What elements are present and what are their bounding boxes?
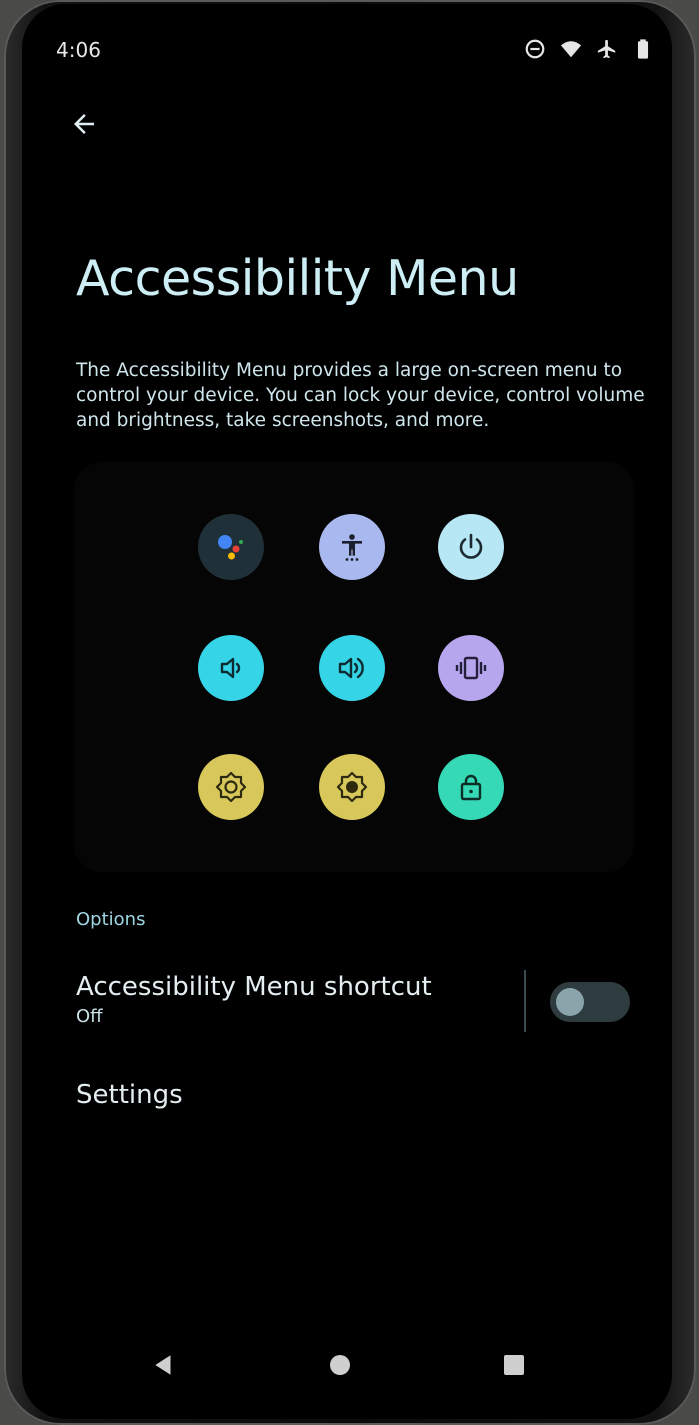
screen: 4:06 Accessibility Menu The Accessibilit… — [22, 4, 672, 1419]
nav-recents-button[interactable] — [490, 1341, 538, 1389]
power-button-preview — [438, 514, 504, 580]
nav-home-button[interactable] — [316, 1341, 364, 1389]
volume-down-button-preview — [198, 635, 264, 701]
home-nav-icon — [330, 1355, 350, 1375]
brightness-up-button-preview — [319, 754, 385, 820]
vibrate-icon — [455, 656, 487, 680]
airplane-mode-icon — [596, 38, 618, 60]
shortcut-title: Accessibility Menu shortcut — [76, 972, 432, 1002]
page-title: Accessibility Menu — [76, 250, 519, 307]
toggle-thumb — [556, 988, 584, 1016]
shortcut-toggle-switch[interactable] — [550, 982, 630, 1022]
lock-icon — [460, 774, 482, 801]
volume-down-icon — [220, 657, 241, 679]
back-nav-icon — [155, 1355, 171, 1375]
brightness-down-button-preview — [198, 754, 264, 820]
arrow-left-icon — [74, 114, 94, 134]
brightness-up-icon — [336, 771, 368, 803]
accessibility-menu-shortcut-row[interactable]: Accessibility Menu shortcut Off — [22, 964, 672, 1044]
navigation-bar — [22, 1329, 672, 1399]
volume-up-button-preview — [319, 635, 385, 701]
accessibility-menu-preview — [74, 462, 634, 872]
nav-back-button[interactable] — [140, 1341, 188, 1389]
lock-screen-button-preview — [438, 754, 504, 820]
google-assistant-icon — [218, 535, 243, 560]
row-divider — [524, 970, 526, 1032]
page-description: The Accessibility Menu provides a large … — [76, 360, 645, 431]
options-section-header: Options — [76, 909, 146, 930]
back-button[interactable] — [62, 102, 106, 146]
status-bar: 4:06 — [22, 4, 672, 94]
accessibility-settings-icon — [342, 534, 362, 561]
wifi-icon — [560, 38, 582, 60]
shortcut-summary: Off — [76, 1006, 103, 1027]
menu-preview-grid — [198, 514, 510, 826]
status-time: 4:06 — [56, 38, 101, 62]
settings-title: Settings — [76, 1080, 183, 1110]
accessibility-settings-button-preview — [319, 514, 385, 580]
vibrate-button-preview — [438, 635, 504, 701]
battery-icon — [632, 38, 654, 60]
do-not-disturb-icon — [524, 38, 546, 60]
brightness-down-icon — [215, 771, 247, 803]
power-icon — [459, 533, 483, 559]
assistant-button-preview — [198, 514, 264, 580]
status-icons — [524, 38, 654, 60]
settings-row[interactable]: Settings — [22, 1074, 672, 1130]
volume-up-icon — [338, 657, 364, 679]
recents-nav-icon — [504, 1355, 524, 1375]
